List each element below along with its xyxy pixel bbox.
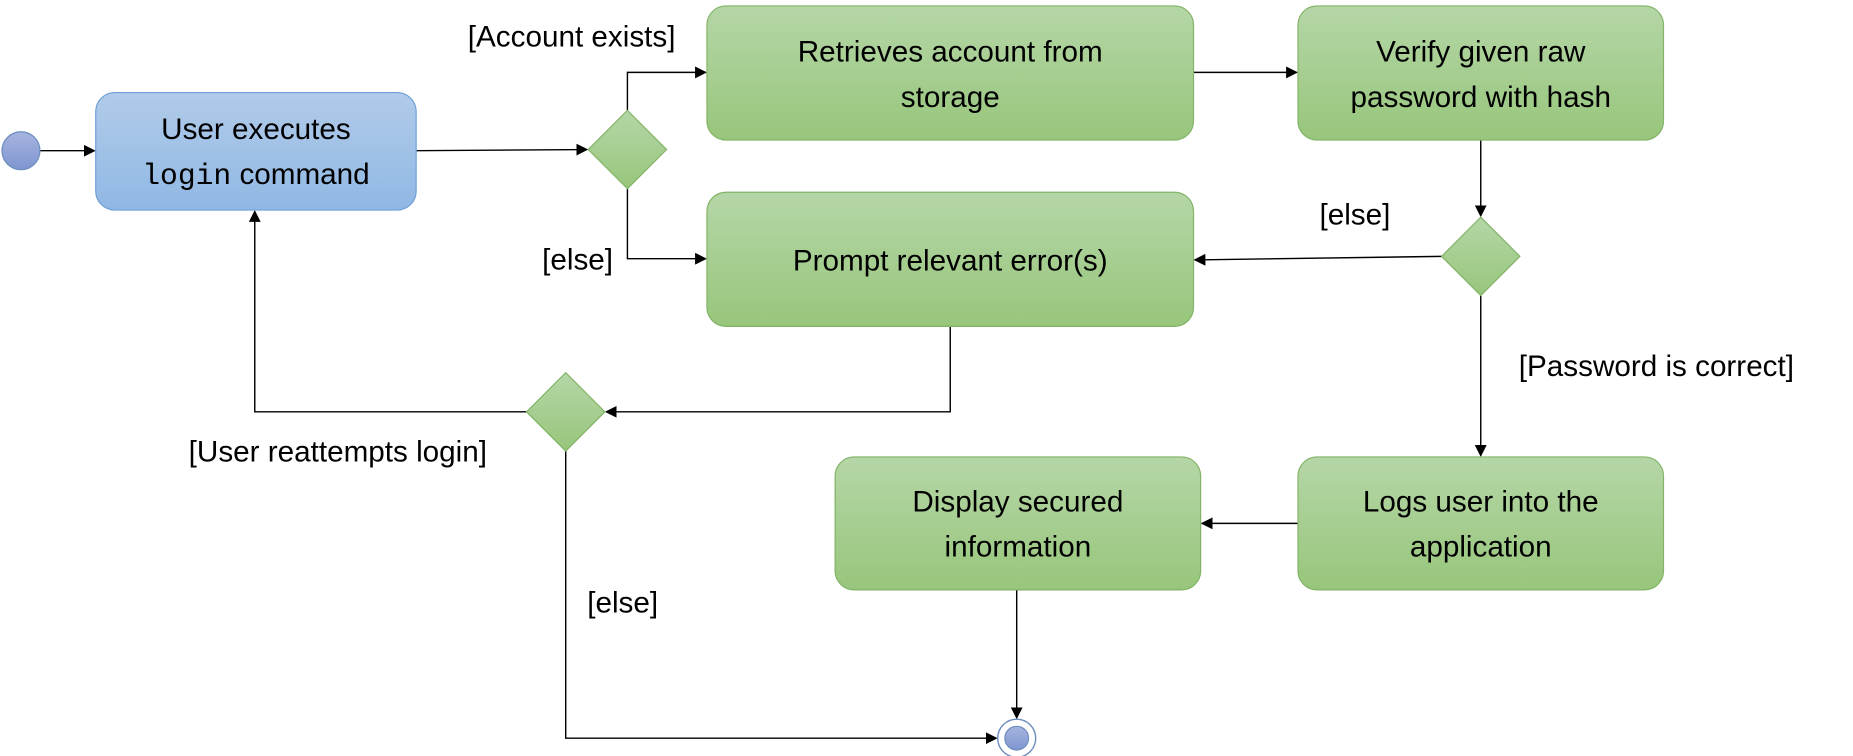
action-retrieves-account: Retrieves account from storage [706,5,1195,141]
action-label: storage [901,81,1000,114]
action-verify-password: Verify given raw password with hash [1297,5,1665,141]
guard-user-reattempts: [User reattempts login] [189,436,487,469]
action-display-secured: Display secured information [834,456,1202,591]
edge-decision-to-prompt-else [1193,253,1442,266]
edge-prompt-to-decision [604,326,951,418]
guard-else: [else] [1319,198,1390,231]
start-node [1,131,41,171]
activity-diagram: User executes login command Retrieves ac… [1,5,1794,756]
action-label: Display secured [912,486,1123,519]
action-label: login command [142,158,369,193]
action-label: Logs user into the [1363,486,1599,519]
edge-decision-to-retrieves [626,66,707,111]
action-label: application [1410,531,1552,564]
edge-decision-to-login-retry [248,210,527,413]
edge-login-to-decision [416,143,589,156]
decision-password-correct [1440,216,1521,297]
action-label: Prompt relevant error(s) [793,245,1108,278]
guard-password-correct: [Password is correct] [1519,350,1794,383]
action-label: Verify given raw [1376,36,1586,69]
edge-decision-to-prompt [626,188,707,265]
action-prompt-error: Prompt relevant error(s) [706,191,1195,327]
action-user-executes-login: User executes login command [95,91,417,211]
guard-account-exists: [Account exists] [468,20,676,53]
action-label: User executes [161,113,351,146]
decision-account-exists [587,109,668,190]
action-label: Retrieves account from [798,36,1103,69]
end-node [997,718,1037,756]
action-label: information [945,531,1092,564]
action-logs-user-in: Logs user into the application [1297,456,1665,591]
guard-else: [else] [542,243,613,276]
decision-reattempt [525,371,606,452]
action-label: password with hash [1351,81,1611,114]
guard-else: [else] [587,586,658,619]
